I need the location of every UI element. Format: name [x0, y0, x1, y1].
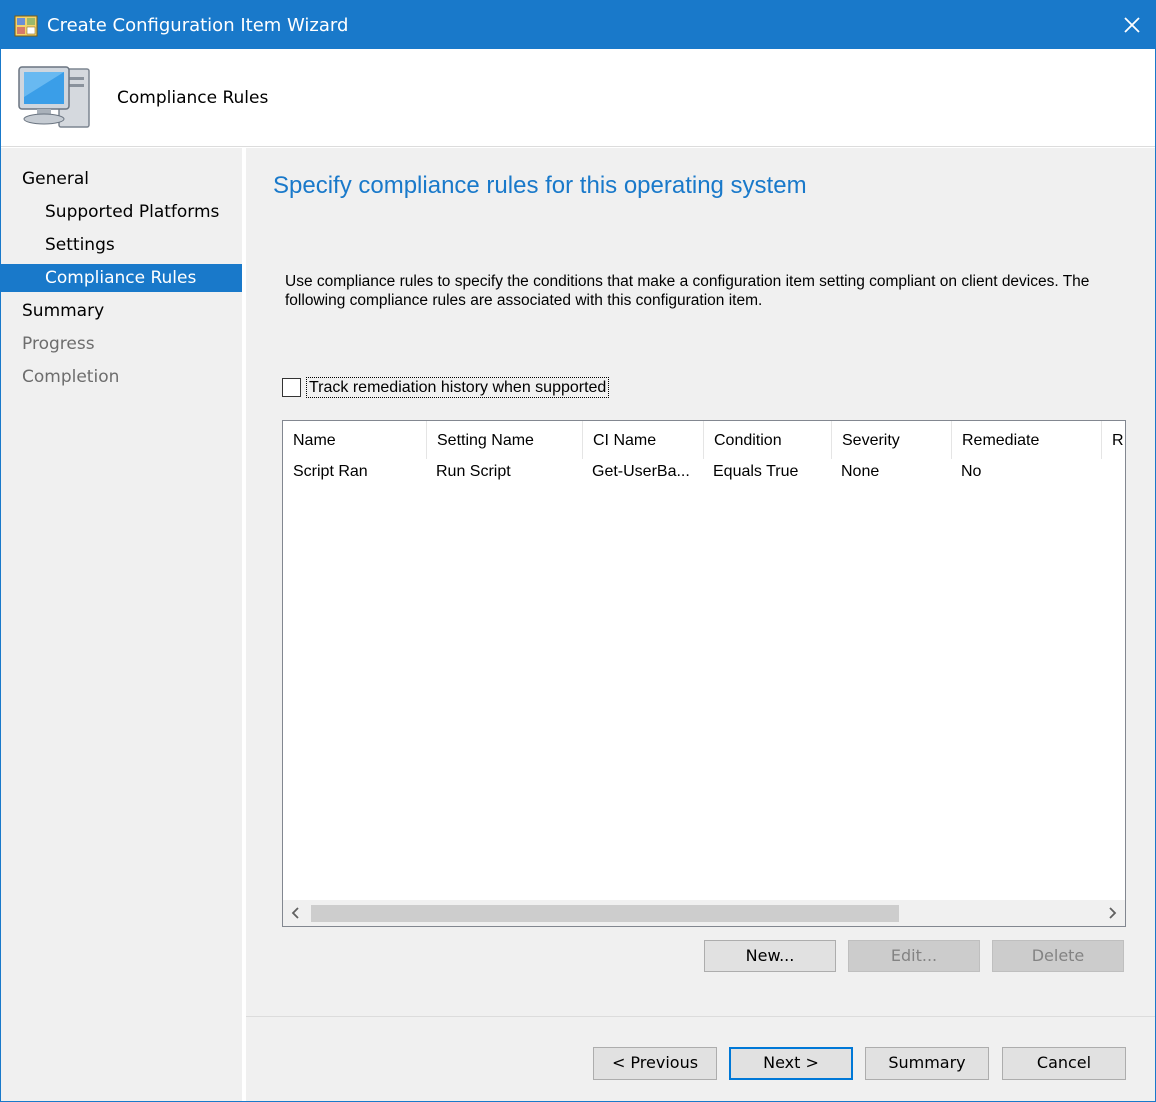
cell-setting-name: Run Script	[436, 463, 511, 480]
sidebar-item-progress: Progress	[22, 334, 95, 354]
new-rule-button[interactable]: New...	[704, 940, 836, 972]
sidebar-item-settings[interactable]: Settings	[1, 231, 115, 259]
track-remediation-checkbox[interactable]	[282, 377, 301, 397]
chevron-right-icon	[1109, 907, 1117, 919]
compliance-rules-table[interactable]: Name Setting Name CI Name Condition Seve…	[282, 420, 1126, 927]
computer-icon	[18, 66, 90, 128]
sidebar-item-general[interactable]: General	[1, 165, 89, 193]
title-bar: Create Configuration Item Wizard	[1, 1, 1155, 49]
cell-remediate: No	[961, 463, 982, 480]
sidebar-item-supported-platforms[interactable]: Supported Platforms	[1, 198, 219, 226]
track-remediation-option[interactable]: Track remediation history when supported	[282, 376, 610, 398]
cell-condition: Equals True	[713, 463, 799, 480]
summary-button[interactable]: Summary	[865, 1047, 989, 1080]
cancel-button[interactable]: Cancel	[1002, 1047, 1126, 1080]
wizard-header: Compliance Rules	[1, 49, 1155, 147]
wizard-steps-sidebar: General Supported Platforms Settings Com…	[1, 148, 244, 1101]
cell-ci-name: Get-UserBa...	[592, 463, 690, 480]
delete-rule-button: Delete	[992, 940, 1124, 972]
column-header-name[interactable]: Name	[283, 421, 426, 459]
page-heading: Specify compliance rules for this operat…	[273, 172, 807, 199]
edit-rule-button: Edit...	[848, 940, 980, 972]
cell-name: Script Ran	[293, 463, 368, 480]
table-row[interactable]: Script Ran Run Script Get-UserBa... Equa…	[283, 459, 1125, 485]
sidebar-item-compliance-rules[interactable]: Compliance Rules	[1, 264, 242, 292]
cell-severity: None	[841, 463, 880, 480]
sidebar-item-summary[interactable]: Summary	[1, 297, 104, 325]
column-header-truncated[interactable]: R	[1101, 421, 1125, 459]
previous-button[interactable]: < Previous	[593, 1047, 717, 1080]
page-description: Use compliance rules to specify the cond…	[285, 273, 1090, 309]
scroll-right-button[interactable]	[1099, 900, 1125, 926]
close-icon	[1124, 17, 1140, 33]
wizard-footer: < Previous Next > Summary Cancel	[246, 1016, 1155, 1101]
scrollbar-thumb[interactable]	[311, 905, 899, 922]
column-header-condition[interactable]: Condition	[703, 421, 831, 459]
window-title: Create Configuration Item Wizard	[47, 15, 349, 36]
chevron-left-icon	[291, 907, 299, 919]
column-header-ci-name[interactable]: CI Name	[582, 421, 703, 459]
track-remediation-label[interactable]: Track remediation history when supported	[306, 376, 610, 398]
header-title: Compliance Rules	[117, 88, 269, 108]
column-header-remediate[interactable]: Remediate	[951, 421, 1101, 459]
next-button[interactable]: Next >	[729, 1047, 853, 1080]
close-button[interactable]	[1109, 1, 1155, 49]
column-header-setting-name[interactable]: Setting Name	[426, 421, 582, 459]
wizard-window: Create Configuration Item Wizard Complia…	[0, 0, 1156, 1102]
sidebar-item-completion: Completion	[22, 367, 120, 387]
content-panel: Specify compliance rules for this operat…	[246, 148, 1155, 1016]
wizard-app-icon	[14, 15, 38, 37]
horizontal-scrollbar[interactable]	[283, 900, 1125, 926]
column-header-severity[interactable]: Severity	[831, 421, 951, 459]
scroll-left-button[interactable]	[283, 900, 309, 926]
table-header: Name Setting Name CI Name Condition Seve…	[283, 421, 1125, 459]
